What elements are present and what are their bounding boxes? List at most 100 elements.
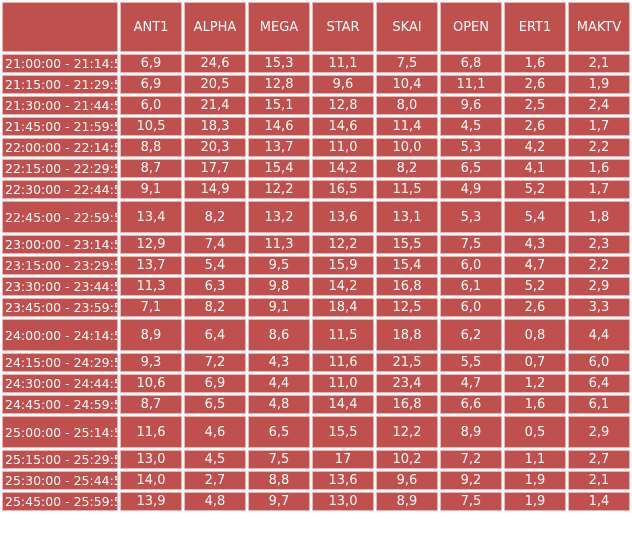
column-header-skai: SKAI: [376, 2, 438, 52]
rating-cell-alpha: 4,6: [184, 416, 246, 448]
rating-cell-star: 11,5: [312, 319, 374, 351]
table-row: 23:45:00 - 23:59:59 7,1 8,2 9,1 18,4 12,5 6,0 2…: [2, 298, 630, 317]
rating-cell-skai: 7,5: [376, 54, 438, 73]
rating-cell-mega: 14,6: [248, 117, 310, 136]
rating-cell-alpha: 18,3: [184, 117, 246, 136]
rating-cell-skai: 11,4: [376, 117, 438, 136]
rating-cell-mega: 6,5: [248, 416, 310, 448]
rating-cell-alpha: 5,4: [184, 256, 246, 275]
rating-cell-star: 13,0: [312, 492, 374, 511]
rating-cell-alpha: 7,4: [184, 235, 246, 254]
rating-cell-alpha: 6,3: [184, 277, 246, 296]
rating-cell-skai: 12,2: [376, 416, 438, 448]
rating-cell-ert1: 4,1: [504, 159, 566, 178]
rating-cell-star: 11,6: [312, 353, 374, 372]
rating-cell-star: 13,6: [312, 471, 374, 490]
rating-cell-star: 14,2: [312, 159, 374, 178]
rating-cell-ert1: 5,2: [504, 180, 566, 199]
rating-cell-star: 11,0: [312, 374, 374, 393]
rating-cell-open: 7,5: [440, 235, 502, 254]
rating-cell-maktv: 2,7: [568, 450, 630, 469]
time-slot-cell: 22:00:00 - 22:14:59: [2, 138, 118, 157]
rating-cell-maktv: 1,8: [568, 201, 630, 233]
table-row: 22:15:00 - 22:29:59 8,7 17,7 15,4 14,2 8,2 6,5…: [2, 159, 630, 178]
rating-cell-open: 7,2: [440, 450, 502, 469]
rating-cell-star: 13,6: [312, 201, 374, 233]
rating-cell-ant1: 13,7: [120, 256, 182, 275]
rating-cell-skai: 12,5: [376, 298, 438, 317]
time-slot-cell: 25:00:00 - 25:14:59: [2, 416, 118, 448]
table-row: 24:30:00 - 24:44:59 10,6 6,9 4,4 11,0 23,4 4,7…: [2, 374, 630, 393]
rating-cell-alpha: 20,5: [184, 75, 246, 94]
table-row: 23:15:00 - 23:29:59 13,7 5,4 9,5 15,9 15,4 6,0…: [2, 256, 630, 275]
rating-cell-mega: 12,8: [248, 75, 310, 94]
rating-cell-open: 4,5: [440, 117, 502, 136]
rating-cell-ert1: 2,6: [504, 298, 566, 317]
column-header-maktv: MAKTV: [568, 2, 630, 52]
rating-cell-open: 5,5: [440, 353, 502, 372]
table-row: 22:30:00 - 22:44:59 9,1 14,9 12,2 16,5 11,5 4,…: [2, 180, 630, 199]
rating-cell-skai: 15,5: [376, 235, 438, 254]
time-slot-cell: 25:15:00 - 25:29:59: [2, 450, 118, 469]
rating-cell-ant1: 8,7: [120, 159, 182, 178]
time-slot-cell: 22:45:00 - 22:59:59: [2, 201, 118, 233]
time-slot-cell: 23:45:00 - 23:59:59: [2, 298, 118, 317]
rating-cell-open: 5,3: [440, 138, 502, 157]
rating-cell-open: 6,8: [440, 54, 502, 73]
table-row: 25:15:00 - 25:29:59 13,0 4,5 7,5 17 10,2 7,2 1,…: [2, 450, 630, 469]
rating-cell-star: 16,5: [312, 180, 374, 199]
rating-cell-ert1: 1,9: [504, 471, 566, 490]
rating-cell-mega: 4,3: [248, 353, 310, 372]
rating-cell-skai: 21,5: [376, 353, 438, 372]
column-header-mega: MEGA: [248, 2, 310, 52]
rating-cell-ert1: 4,2: [504, 138, 566, 157]
rating-cell-maktv: 1,4: [568, 492, 630, 511]
table-row: 21:00:00 - 21:14:59 6,9 24,6 15,3 11,1 7,5 6,8…: [2, 54, 630, 73]
rating-cell-mega: 13,2: [248, 201, 310, 233]
rating-cell-ant1: 6,9: [120, 54, 182, 73]
rating-cell-skai: 10,2: [376, 450, 438, 469]
rating-cell-maktv: 3,3: [568, 298, 630, 317]
table-row: 21:15:00 - 21:29:59 6,9 20,5 12,8 9,6 10,4 11,…: [2, 75, 630, 94]
rating-cell-open: 9,2: [440, 471, 502, 490]
rating-cell-ant1: 8,8: [120, 138, 182, 157]
rating-cell-maktv: 2,9: [568, 277, 630, 296]
rating-cell-star: 17: [312, 450, 374, 469]
rating-cell-ert1: 1,6: [504, 395, 566, 414]
time-slot-cell: 22:30:00 - 22:44:59: [2, 180, 118, 199]
rating-cell-maktv: 6,1: [568, 395, 630, 414]
rating-cell-skai: 8,2: [376, 159, 438, 178]
rating-cell-skai: 8,9: [376, 492, 438, 511]
time-slot-cell: 25:45:00 - 25:59:59: [2, 492, 118, 511]
rating-cell-alpha: 20,3: [184, 138, 246, 157]
rating-cell-alpha: 17,7: [184, 159, 246, 178]
time-slot-cell: 21:45:00 - 21:59:59: [2, 117, 118, 136]
rating-cell-ant1: 6,0: [120, 96, 182, 115]
table-row: 22:45:00 - 22:59:59 13,4 8,2 13,2 13,6 13,1 5,…: [2, 201, 630, 233]
rating-cell-maktv: 1,6: [568, 159, 630, 178]
rating-cell-open: 7,5: [440, 492, 502, 511]
rating-cell-skai: 13,1: [376, 201, 438, 233]
rating-cell-alpha: 24,6: [184, 54, 246, 73]
rating-cell-ert1: 1,1: [504, 450, 566, 469]
rating-cell-ert1: 1,9: [504, 492, 566, 511]
rating-cell-mega: 8,8: [248, 471, 310, 490]
rating-cell-maktv: 2,1: [568, 54, 630, 73]
rating-cell-mega: 4,4: [248, 374, 310, 393]
rating-cell-open: 6,0: [440, 256, 502, 275]
rating-cell-star: 11,1: [312, 54, 374, 73]
rating-cell-mega: 8,6: [248, 319, 310, 351]
rating-cell-skai: 8,0: [376, 96, 438, 115]
rating-cell-maktv: 2,3: [568, 235, 630, 254]
rating-cell-open: 6,5: [440, 159, 502, 178]
time-slot-cell: 21:00:00 - 21:14:59: [2, 54, 118, 73]
rating-cell-alpha: 6,5: [184, 395, 246, 414]
rating-cell-ant1: 6,9: [120, 75, 182, 94]
rating-cell-alpha: 21,4: [184, 96, 246, 115]
time-slot-cell: 21:15:00 - 21:29:59: [2, 75, 118, 94]
table-row: 25:45:00 - 25:59:59 13,9 4,8 9,7 13,0 8,9 7,5 1…: [2, 492, 630, 511]
rating-cell-mega: 9,5: [248, 256, 310, 275]
rating-cell-maktv: 1,7: [568, 180, 630, 199]
time-slot-cell: 23:30:00 - 23:44:59: [2, 277, 118, 296]
rating-cell-skai: 18,8: [376, 319, 438, 351]
